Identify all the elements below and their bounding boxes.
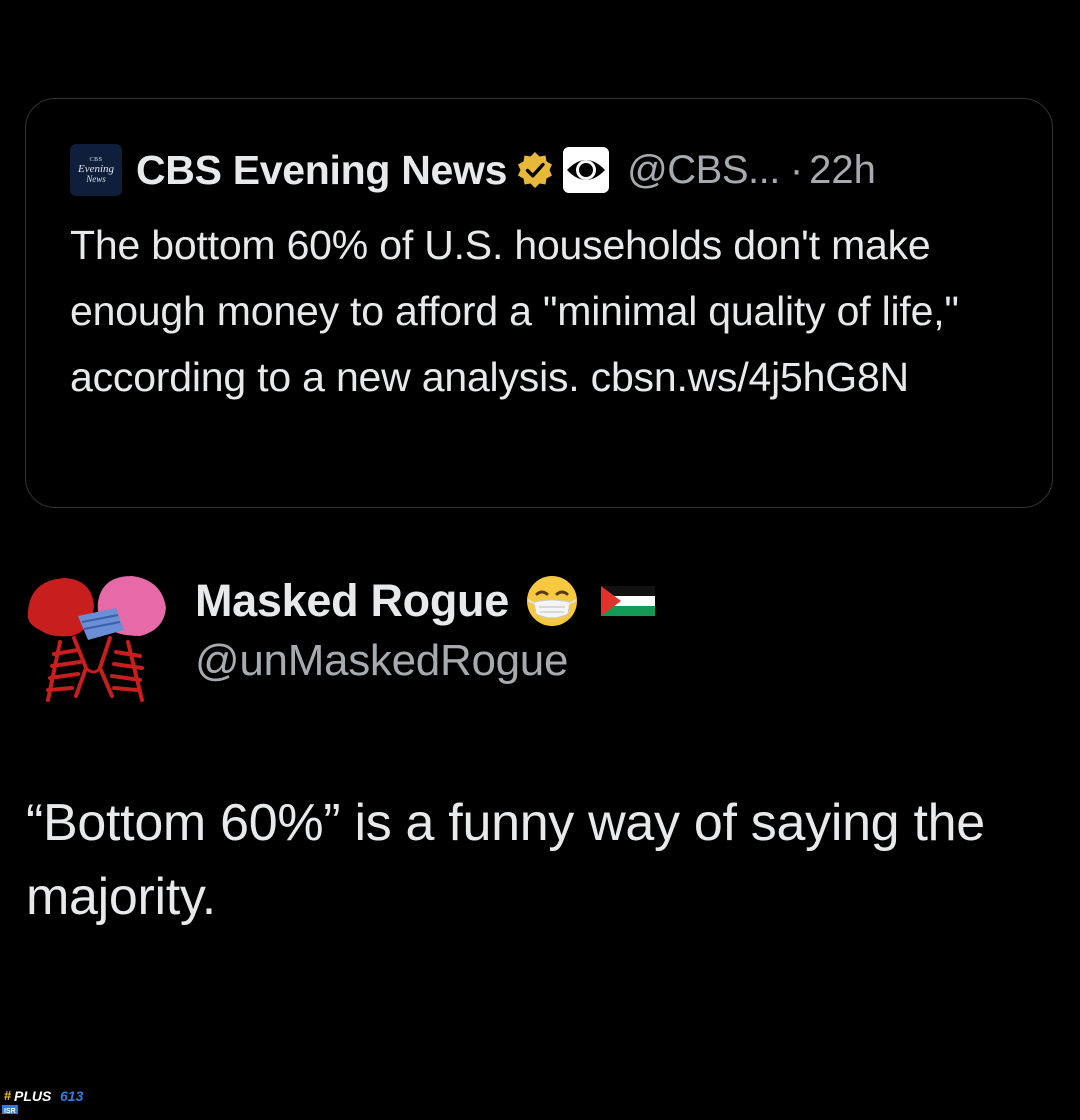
svg-text:613: 613 [60,1088,84,1104]
quoted-handle[interactable]: @CBS... [627,148,780,193]
avatar-text-line3: News [86,173,106,184]
face-with-medical-mask-icon [526,576,577,626]
palestine-flag-icon [600,586,655,616]
reply-display-name[interactable]: Masked Rogue [195,575,509,627]
svg-text:ISR: ISR [4,1108,16,1115]
verified-gold-badge-icon [518,152,553,188]
skeletons-kissing-avatar[interactable] [20,572,170,704]
reply-handle[interactable]: @unMaskedRogue [195,636,568,686]
avatar-text-line1: CBS [89,156,103,163]
reply-tweet-text: “Bottom 60%” is a funny way of saying th… [26,794,985,926]
quoted-display-name[interactable]: CBS Evening News [136,147,507,194]
avatar-text-line2: Evening [77,162,115,175]
quoted-tweet-text: The bottom 60% of U.S. households don't … [70,222,959,400]
quoted-tweet-card[interactable]: CBS Evening News CBS Evening News @CBS..… [25,98,1053,508]
cbs-eye-logo-icon [563,147,610,193]
header-separator: · [789,147,804,192]
watermark-text: PLUS [14,1088,52,1104]
quoted-timestamp[interactable]: 22h [809,148,876,193]
plus613-watermark-logo: # PLUS 613 ISR [2,1088,84,1115]
cbs-evening-news-avatar[interactable]: CBS Evening News [70,144,122,196]
svg-text:#: # [4,1088,12,1103]
quoted-tweet-header: CBS Evening News CBS Evening News @CBS..… [70,141,876,199]
reply-author-row: Masked Rogue [195,570,655,632]
